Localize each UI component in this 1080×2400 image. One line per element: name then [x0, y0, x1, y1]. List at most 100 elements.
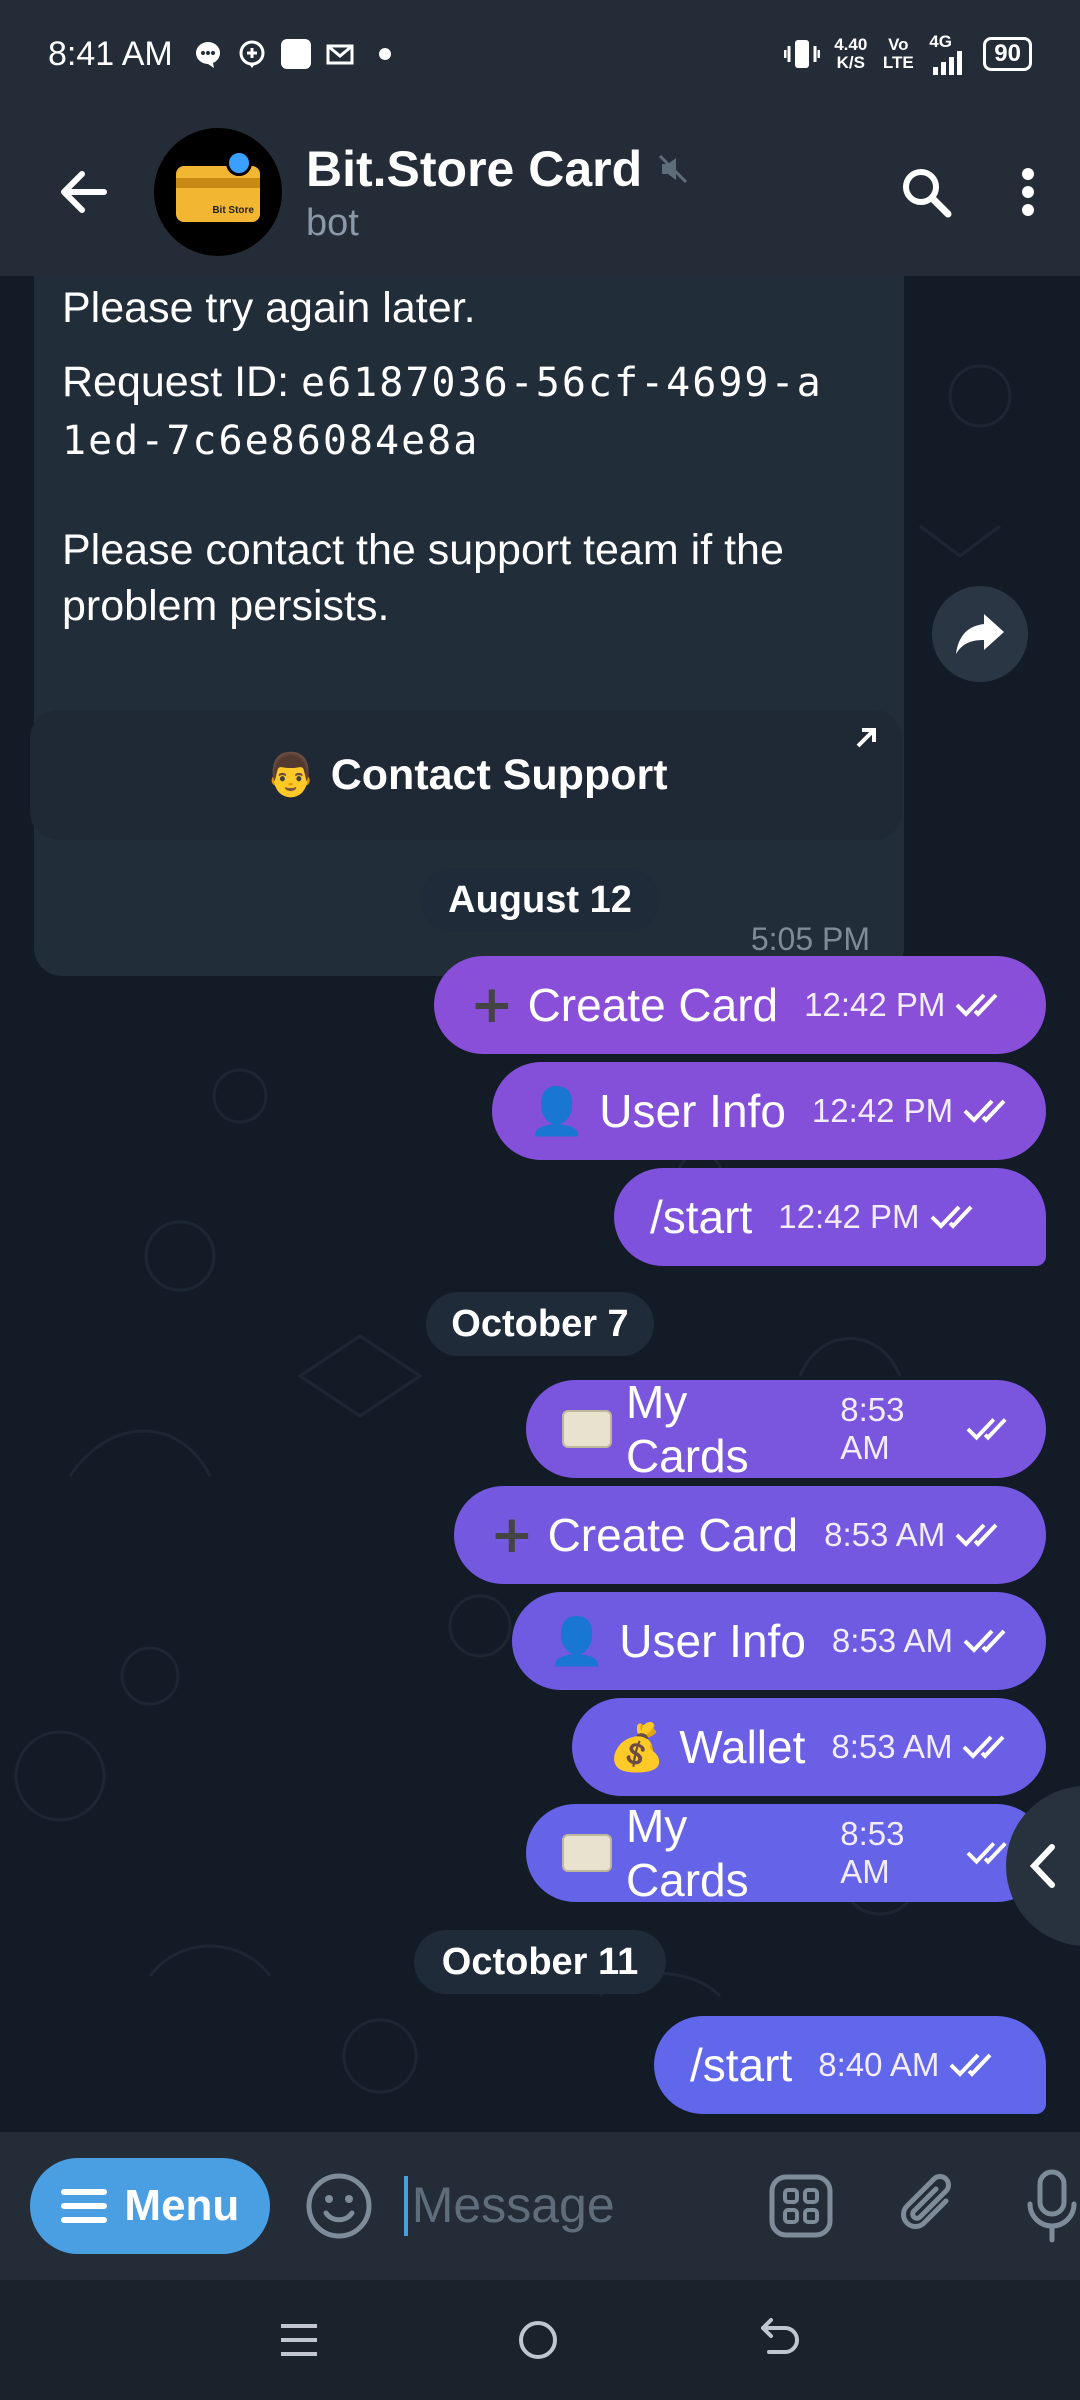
message-text: /start: [650, 1191, 753, 1243]
chat-area[interactable]: Please try again later. Request ID: e618…: [0, 276, 1080, 2132]
message-time: 8:53 AM: [831, 1622, 953, 1659]
status-bar: 8:41 AM 4.40 K/S Vo LTE 4G 90: [0, 0, 1080, 108]
credit-card-emoji-icon: [562, 1834, 612, 1872]
outgoing-message[interactable]: 👤 User Info 8:53 AM: [512, 1592, 1046, 1690]
status-time: 8:41 AM: [48, 34, 173, 73]
bust-emoji-icon: 👤: [548, 1613, 606, 1668]
request-id-part2[interactable]: 1ed-7c6e86084e8a: [62, 418, 479, 464]
outgoing-message[interactable]: /start 8:40 AM: [654, 2016, 1046, 2114]
vibrate-icon: [784, 40, 821, 68]
volte-label: Vo LTE: [882, 35, 914, 72]
outgoing-message[interactable]: 👤 User Info 12:42 PM: [492, 1062, 1046, 1160]
bot-avatar[interactable]: Bit Store: [154, 128, 282, 256]
chevron-left-icon: [1029, 1844, 1055, 1888]
outgoing-message[interactable]: My Cards 8:53 AM: [526, 1376, 1046, 1482]
outgoing-message[interactable]: 💰 Wallet 8:53 AM: [572, 1698, 1046, 1796]
menu-label: Menu: [124, 2181, 240, 2230]
add-circle-icon: [239, 40, 265, 68]
message-text: User Info: [599, 1085, 786, 1137]
more-notifications-dot-icon: [378, 48, 391, 60]
share-arrow-icon: [956, 614, 1004, 654]
outgoing-message[interactable]: My Cards 8:53 AM: [526, 1800, 1046, 1906]
message-line-contact: Please contact the support team if the: [62, 526, 784, 574]
outgoing-message[interactable]: + Create Card 8:53 AM: [454, 1486, 1046, 1584]
battery-level: 90: [994, 40, 1021, 67]
hamburger-menu-icon: [61, 2189, 108, 2223]
message-text: User Info: [619, 1615, 806, 1667]
message-time: 12:42 PM: [804, 986, 946, 1023]
double-check-icon: [949, 2053, 992, 2077]
square-app-icon: [280, 39, 311, 69]
outgoing-message[interactable]: + Create Card 12:42 PM: [434, 956, 1046, 1054]
contact-support-button[interactable]: 👨 Contact Support: [30, 710, 902, 840]
message-line-persists: problem persists.: [62, 582, 390, 630]
gmail-icon: [326, 44, 354, 65]
date-label: October 7: [451, 1302, 629, 1345]
plus-emoji-icon: +: [490, 1505, 534, 1565]
notification-icons: [193, 39, 391, 69]
battery-indicator: 90: [983, 37, 1032, 71]
message-time: 5:05 PM: [750, 921, 870, 957]
system-navigation-bar: [0, 2280, 1080, 2400]
status-right: 4.40 K/S Vo LTE 4G 90: [784, 33, 1032, 75]
message-time: 8:40 AM: [818, 2046, 940, 2083]
date-separator-oct11: October 11: [414, 1930, 666, 1994]
network-speed: 4.40 K/S: [834, 36, 867, 72]
message-text: My Cards: [625, 1800, 749, 1906]
muted-icon: [659, 154, 688, 183]
bot-menu-button[interactable]: Menu: [30, 2158, 270, 2254]
bitcoin-badge-icon: [226, 150, 252, 176]
attach-paperclip-icon[interactable]: [896, 2171, 962, 2241]
support-person-emoji-icon: 👨: [264, 750, 317, 798]
search-icon[interactable]: [896, 162, 956, 222]
speed-unit: K/S: [836, 53, 865, 72]
message-text: /start: [690, 2039, 793, 2091]
back-nav-icon[interactable]: [755, 2318, 803, 2362]
date-separator-aug: August 12: [420, 868, 660, 932]
forward-button[interactable]: [932, 586, 1028, 682]
contact-support-label: Contact Support: [330, 750, 668, 799]
recent-apps-icon[interactable]: [277, 2318, 321, 2362]
signal-icon: [933, 51, 963, 75]
message-time: 8:53 AM: [840, 1391, 905, 1466]
double-check-icon: [955, 1523, 998, 1547]
card-logo-icon: Bit Store: [176, 166, 260, 222]
signal-group: 4G: [929, 33, 969, 75]
message-text: Create Card: [547, 1509, 799, 1561]
message-input-bar: Menu Message: [0, 2132, 1080, 2280]
header-actions: [896, 162, 1040, 222]
chat-subtitle: bot: [306, 201, 359, 244]
double-check-icon: [963, 1735, 1005, 1759]
request-id-part1[interactable]: e6187036-56cf-4699-a: [301, 360, 823, 406]
input-action-icons: [768, 2168, 1080, 2244]
microphone-icon[interactable]: [1024, 2168, 1080, 2244]
speed-value: 4.40: [834, 35, 868, 54]
bust-emoji-icon: 👤: [528, 1083, 586, 1138]
chat-header: Bit Store Bit.Store Card bot: [0, 108, 1080, 276]
more-vertical-icon[interactable]: [1016, 162, 1040, 222]
chat-bubble-icon: [195, 42, 220, 68]
message-time: 8:53 AM: [840, 1815, 905, 1890]
message-time: 8:53 AM: [824, 1516, 946, 1553]
request-id-line: Request ID: e6187036-56cf-4699-a: [62, 358, 823, 407]
message-text: My Cards: [625, 1376, 749, 1482]
double-check-icon: [963, 1629, 1006, 1653]
date-separator-oct7: October 7: [426, 1292, 654, 1356]
date-label: August 12: [448, 878, 632, 921]
emoji-icon[interactable]: [304, 2171, 374, 2241]
double-check-icon: [966, 1418, 1007, 1441]
title-block[interactable]: Bit.Store Card bot: [306, 140, 690, 245]
outgoing-message[interactable]: /start 12:42 PM: [614, 1168, 1046, 1266]
credit-card-emoji-icon: [562, 1410, 612, 1448]
double-check-icon: [930, 1205, 972, 1229]
money-bag-emoji-icon: 💰: [608, 1719, 666, 1774]
apps-grid-icon[interactable]: [768, 2173, 834, 2239]
double-check-icon: [963, 1099, 1006, 1123]
plus-emoji-icon: +: [470, 975, 514, 1035]
message-line-retry: Please try again later.: [62, 284, 476, 332]
input-controls: Message: [304, 2168, 1080, 2244]
external-link-arrow-icon: [856, 728, 876, 748]
message-input[interactable]: Message: [403, 2176, 615, 2236]
home-circle-icon[interactable]: [516, 2318, 560, 2362]
back-button[interactable]: [44, 152, 124, 232]
